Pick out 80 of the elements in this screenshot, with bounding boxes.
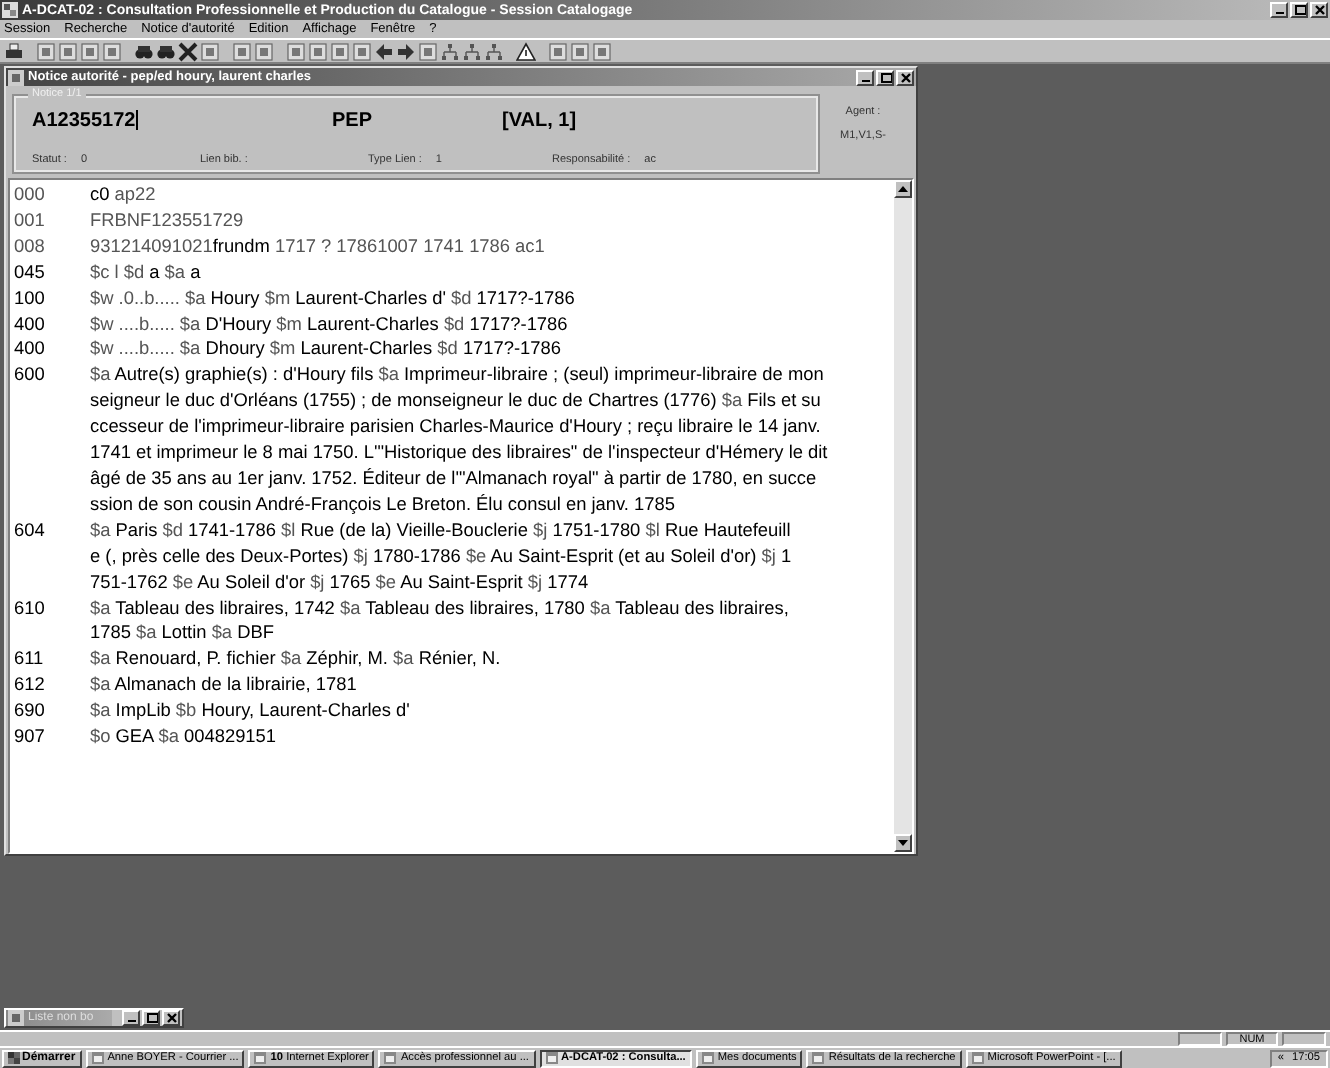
field-tag: 600 [14,362,90,518]
close-icon [899,71,911,83]
minimize-button[interactable] [1270,2,1288,18]
validation-status: [VAL, 1] [502,110,579,132]
field-line: ccesseur de l'imprimeur-libraire parisien Charles-Maurice d'Houry ; reçu libraire le 14 janv. [90,414,823,441]
maximize-icon [145,1012,157,1024]
minimize-button[interactable] [856,69,874,85]
tree-icon[interactable] [440,41,460,61]
field-line: $w .0..b..... $a Houry $m Laurent-Charles d' $d 1717?-1786 [90,285,577,312]
field-line: $a Autre(s) graphie(s) : d'Houry fils $a Imprimeur-libraire ; (seul) imprimeur-libraire de mon [90,362,826,389]
window-icon [971,1052,984,1064]
field-line: $a Renouard, P. fichier $a Zéphir, M. $a Rénier, N. [90,646,503,673]
field-tag: 690 [14,698,90,725]
close-icon [1313,4,1325,16]
record-code: PEP [332,110,375,132]
close-icon [165,1012,177,1024]
window-icon [812,1052,825,1064]
binoculars-icon[interactable] [134,41,154,61]
field-line: 1785 $a Lottin $a DBF [90,620,276,647]
field-tag: 001 [14,207,90,234]
arrow-right-icon[interactable] [396,41,416,61]
window-icon [254,1052,267,1064]
close-button[interactable] [896,69,914,85]
field-tag: 610 [14,595,90,647]
maximize-button[interactable] [142,1010,160,1026]
field-line: $w ....b..... $a Dhoury $m Laurent-Charles $d 1717?-1786 [90,336,563,363]
arrow-left-icon[interactable] [374,41,394,61]
maximize-icon [879,71,891,83]
field-line: FRBNF123551729 [90,207,246,234]
field-line: $a ImpLib $b Houry, Laurent-Charles d' [90,698,412,725]
tree-icon[interactable] [484,41,504,61]
printer-icon[interactable] [4,41,24,61]
maximize-button[interactable] [876,69,894,85]
field-tag: 400 [14,336,90,363]
down-arrow-icon [898,840,908,846]
field-tag: 907 [14,724,90,750]
field-tag: 612 [14,672,90,699]
tree-icon[interactable] [462,41,482,61]
binoculars-icon[interactable] [156,41,176,61]
field-tag: 008 [14,233,90,260]
record-editor[interactable] [8,178,914,854]
field-line: âgé de 35 ans au 1er janv. 1752. Éditeur de l'"Almanach royal" à partir de 1780, en succe [90,465,819,492]
field-line: 751-1762 $e Au Soleil d'or $j 1765 $e Au Saint-Esprit $j 1774 [90,569,591,595]
window-icon [91,1052,104,1064]
close-button[interactable] [1310,2,1328,18]
status-pane [1282,1032,1326,1046]
record-number: A12355172 [32,110,140,132]
field-line: c0 ap22 [90,182,158,208]
field-tag: 611 [14,646,90,673]
field-tag: 400 [14,311,90,337]
window-icon [384,1052,397,1064]
maximize-button[interactable] [1290,2,1308,18]
field-line: $a Almanach de la librairie, 1781 [90,672,359,699]
field-tag: 100 [14,285,90,312]
field-line: seigneur le duc d'Orléans (1755) ; de monseigneur le duc de Chartres (1776) $a Fils et su [90,388,823,415]
cross-icon[interactable] [178,41,198,61]
field-line: $w ....b..... $a D'Houry $m Laurent-Charles $d 1717?-1786 [90,311,570,337]
field-line: $c l $d a $a a [90,259,203,286]
maximize-icon [1293,4,1305,16]
status-pane [1178,1032,1222,1046]
minimize-button[interactable] [122,1010,140,1026]
field-line: e (, près celle des Deux-Portes) $j 1780-1786 $e Au Saint-Esprit (et au Soleil d'or) $j 1 [90,543,794,570]
field-line: $a Tableau des libraires, 1742 $a Tableau des libraires, 1780 $a Tableau des libraires, [90,595,791,621]
field-line: $o GEA $a 004829151 [90,724,279,750]
field-tag: 045 [14,259,90,286]
app-icon [2,2,18,18]
field-line: $a Paris $d 1741-1786 $l Rue (de la) Vieille-Bouclerie $j 1751-1780 $l Rue Hautefeuill [90,517,793,544]
up-arrow-icon [898,186,908,192]
window-icon [701,1052,714,1064]
warning-icon[interactable] [516,41,536,61]
windows-logo-icon [8,1052,20,1064]
close-button[interactable] [162,1010,180,1026]
toolbar-icon[interactable] [418,41,438,61]
field-line: 1741 et imprimeur le 8 mai 1750. L'"Historique des libraires" de l'inspecteur d'Hémery le dit [90,440,830,466]
field-line: ssion de son cousin André-François Le Breton. Élu consul en janv. 1785 [90,491,677,518]
field-tag: 604 [14,517,90,595]
scrollbar[interactable] [894,180,912,852]
field-line: 931214091021frundm 1717 ? 17861007 1741 1786 ac1 [90,233,547,260]
window-icon [545,1052,557,1064]
field-tag: 000 [14,182,90,208]
